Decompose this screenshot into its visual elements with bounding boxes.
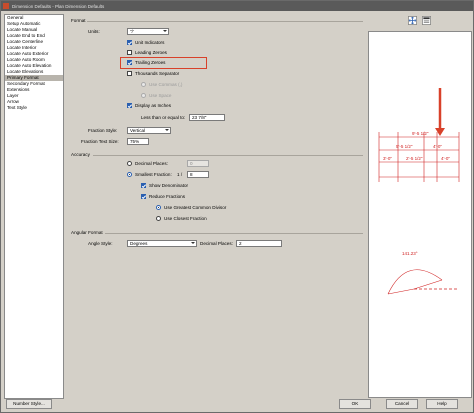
fraction-text-size-input[interactable]: 75% bbox=[127, 138, 149, 145]
chevron-down-icon bbox=[191, 242, 195, 244]
use-gcd-label: Use Greatest Common Divisor bbox=[164, 205, 227, 210]
use-space-label: Use Space bbox=[149, 93, 172, 98]
trailing-zeroes-checkbox[interactable] bbox=[127, 60, 132, 65]
unit-indicators-label: Unit Indicators bbox=[135, 40, 165, 45]
angle-style-value: Degrees bbox=[130, 241, 148, 246]
dialog-window: Dimension Defaults - Plan Dimension Defa… bbox=[0, 0, 474, 413]
ok-button[interactable]: OK bbox=[339, 399, 371, 409]
category-list[interactable]: General Setup Automatic Locate Manual Lo… bbox=[4, 14, 64, 399]
preview-drawing: 9'-5 1/2" 5'-5 1/2" 4'-0" 3'-0" 2'-5 1/2… bbox=[378, 88, 460, 295]
cancel-button[interactable]: Cancel bbox=[386, 399, 418, 409]
decimal-places-radio[interactable] bbox=[127, 161, 132, 166]
less-than-input[interactable]: 23 7/8" bbox=[189, 114, 225, 121]
sidebar-item-text-style[interactable]: Text Style bbox=[5, 105, 63, 111]
use-commas-radio[interactable] bbox=[141, 82, 146, 87]
dim-bottom-left: 3'-0" bbox=[383, 156, 392, 161]
angular-group-label: Angular Format bbox=[71, 230, 103, 235]
trailing-zeroes-label: Trailing Zeroes bbox=[135, 60, 166, 65]
smallest-fraction-value: 8 bbox=[190, 172, 193, 177]
less-than-value: 23 7/8" bbox=[192, 115, 207, 120]
title-bar: Dimension Defaults - Plan Dimension Defa… bbox=[1, 1, 473, 11]
use-commas-label: Use Commas (,) bbox=[149, 82, 183, 87]
angular-group-divider bbox=[105, 233, 363, 234]
use-closest-fraction-radio[interactable] bbox=[156, 216, 161, 221]
angle-style-label: Angle Style: bbox=[88, 241, 113, 246]
use-space-radio[interactable] bbox=[141, 93, 146, 98]
preview-panel: 9'-5 1/2" 5'-5 1/2" 4'-0" 3'-0" 2'-5 1/2… bbox=[368, 31, 472, 398]
thousands-separator-label: Thousands Separator bbox=[135, 71, 180, 76]
smallest-fraction-input[interactable]: 8 bbox=[187, 171, 209, 178]
number-style-button[interactable]: Number Style... bbox=[6, 399, 52, 409]
smallest-fraction-label: Smallest Fraction: bbox=[135, 172, 172, 177]
app-icon bbox=[3, 3, 9, 9]
use-closest-fraction-label: Use Closest Fraction bbox=[164, 216, 207, 221]
dim-mid-left: 5'-5 1/2" bbox=[396, 144, 413, 149]
decimal-places-label: Decimal Places: bbox=[135, 161, 168, 166]
chevron-down-icon bbox=[165, 129, 169, 131]
angular-decimal-places-input[interactable]: 2 bbox=[236, 240, 282, 247]
reduce-fractions-checkbox[interactable] bbox=[141, 194, 146, 199]
fill-window-icon[interactable] bbox=[408, 16, 417, 25]
dim-bottom-right: 4'-0" bbox=[441, 156, 450, 161]
reduce-fractions-label: Reduce Fractions bbox=[149, 194, 186, 199]
preview-options-icon[interactable] bbox=[422, 16, 431, 25]
angle-dim: 141.23° bbox=[402, 251, 418, 256]
show-denominator-label: Show Denominator bbox=[149, 183, 189, 188]
smallest-fraction-radio[interactable] bbox=[127, 172, 132, 177]
smallest-fraction-prefix: 1 / bbox=[177, 172, 183, 177]
leading-zeroes-checkbox[interactable] bbox=[127, 50, 132, 55]
angle-style-select[interactable]: Degrees bbox=[127, 240, 197, 247]
decimal-places-input[interactable]: 0 bbox=[187, 160, 209, 167]
accuracy-group-divider bbox=[93, 155, 363, 156]
units-value: "/' bbox=[130, 29, 134, 34]
display-as-inches-label: Display as Inches bbox=[135, 103, 172, 108]
use-gcd-radio[interactable] bbox=[156, 205, 161, 210]
unit-indicators-checkbox[interactable] bbox=[127, 40, 132, 45]
units-label: Units: bbox=[88, 29, 100, 34]
fraction-style-label: Fraction Style: bbox=[88, 128, 118, 133]
dim-mid-right: 4'-0" bbox=[433, 144, 442, 149]
fraction-text-size-value: 75% bbox=[130, 139, 140, 144]
fraction-text-size-label: Fraction Text Size: bbox=[81, 139, 119, 144]
angular-decimal-places-label: Decimal Places: bbox=[200, 241, 233, 246]
units-select[interactable]: "/' bbox=[127, 28, 169, 35]
decimal-places-value: 0 bbox=[190, 161, 193, 166]
angular-decimal-places-value: 2 bbox=[239, 241, 242, 246]
chevron-down-icon bbox=[163, 30, 167, 32]
help-button[interactable]: Help bbox=[426, 399, 458, 409]
less-than-label: Less than or equal to: bbox=[141, 115, 186, 120]
window-title: Dimension Defaults - Plan Dimension Defa… bbox=[12, 3, 105, 9]
format-group-divider bbox=[87, 21, 363, 22]
leading-zeroes-label: Leading Zeroes bbox=[135, 50, 167, 55]
thousands-separator-checkbox[interactable] bbox=[127, 71, 132, 76]
display-as-inches-checkbox[interactable] bbox=[127, 103, 132, 108]
fraction-style-select[interactable]: Vertical bbox=[127, 127, 171, 134]
format-group-label: Format bbox=[71, 18, 86, 23]
dim-top: 9'-5 1/2" bbox=[412, 131, 429, 136]
accuracy-group-label: Accuracy bbox=[71, 152, 90, 157]
dim-bottom-mid: 2'-5 1/2" bbox=[406, 156, 423, 161]
show-denominator-checkbox[interactable] bbox=[141, 183, 146, 188]
fraction-style-value: Vertical bbox=[130, 128, 146, 133]
